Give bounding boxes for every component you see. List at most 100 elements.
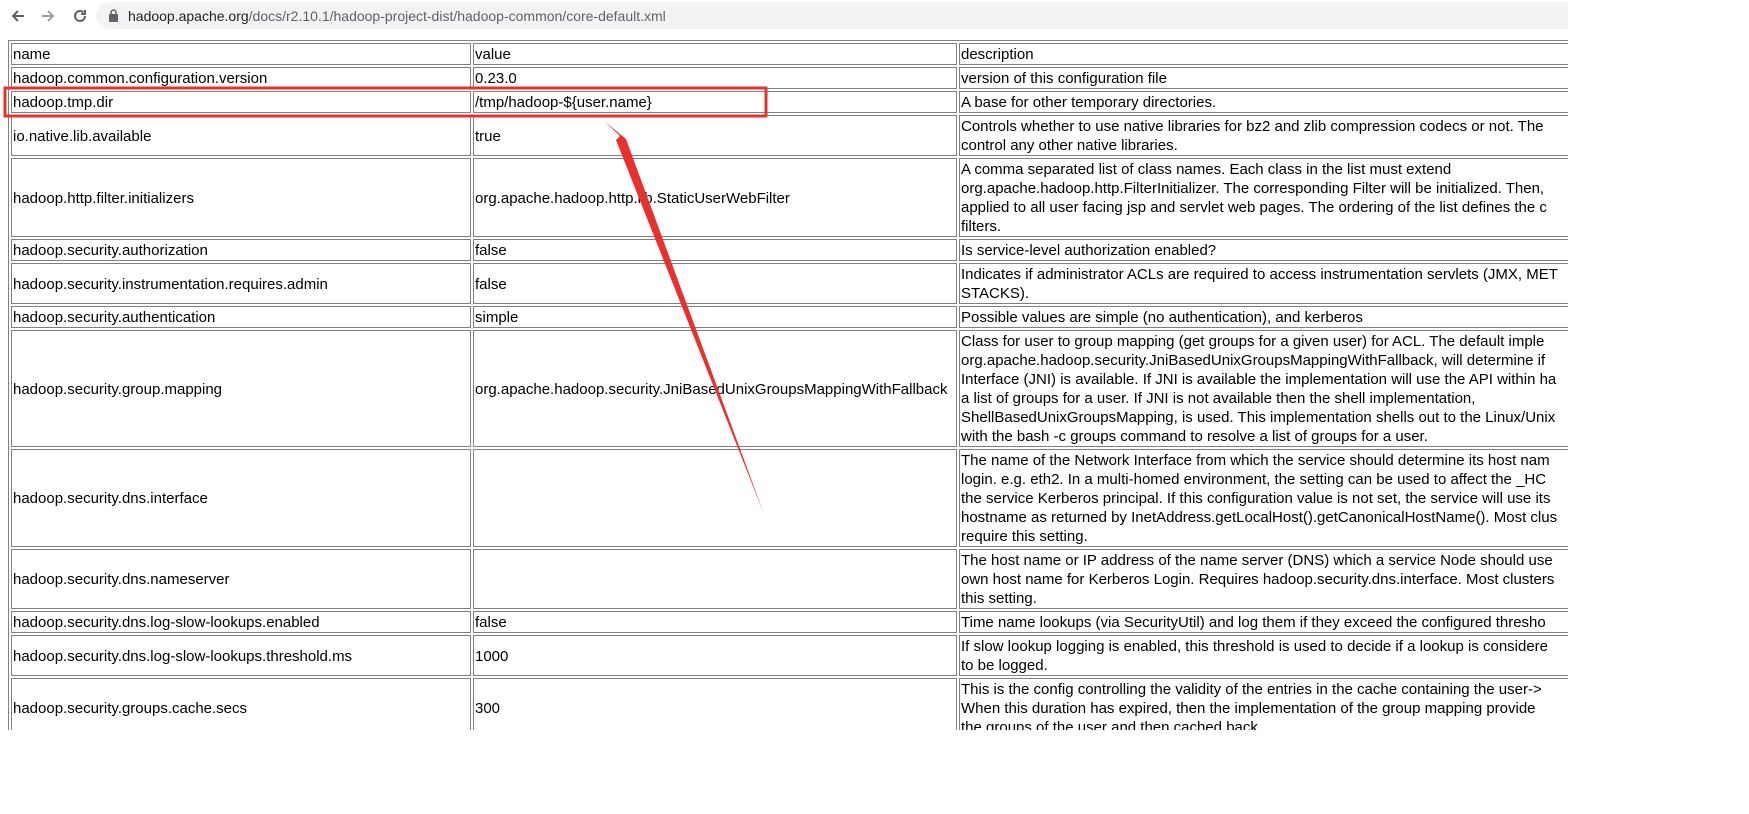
description-line: applied to all user facing jsp and servl… — [961, 199, 1547, 216]
url-text: hadoop.apache.org/docs/r2.10.1/hadoop-pr… — [128, 8, 666, 24]
config-name: hadoop.security.groups.cache.secs — [11, 678, 471, 730]
table-row: hadoop.security.authorization false Is ser… — [11, 239, 1568, 261]
config-name: hadoop.common.configuration.version — [11, 67, 471, 89]
config-description: If slow lookup logging is enabled, this … — [959, 635, 1568, 676]
header-name: name — [11, 43, 471, 65]
table-row: hadoop.security.dns.log-slow-lookups.ena… — [11, 611, 1568, 633]
config-name: hadoop.security.dns.log-slow-lookups.ena… — [11, 611, 471, 633]
url-path: /docs/r2.10.1/hadoop-project-dist/hadoop… — [248, 7, 666, 24]
description-line: This is the config controlling the valid… — [961, 681, 1542, 698]
config-value: false — [473, 611, 957, 633]
table-header-row: name value description — [11, 43, 1568, 65]
config-value: /tmp/hadoop-${user.name} — [473, 91, 957, 113]
config-description: Possible values are simple (no authentic… — [959, 306, 1568, 328]
config-description: Class for user to group mapping (get gro… — [959, 330, 1568, 447]
config-description: The host name or IP address of the name … — [959, 549, 1568, 609]
config-value: org.apache.hadoop.security.JniBasedUnixG… — [473, 330, 957, 447]
config-name: hadoop.security.authorization — [11, 239, 471, 261]
description-line: Is service-level authorization enabled? — [961, 242, 1217, 259]
config-value: false — [473, 263, 957, 304]
description-line: Time name lookups (via SecurityUtil) and… — [961, 614, 1546, 631]
description-line: to be logged. — [961, 657, 1048, 674]
description-line: Interface (JNI) is available. If JNI is … — [961, 371, 1557, 388]
description-line: the groups of the user and then cached b… — [961, 719, 1263, 730]
description-line: ShellBasedUnixGroupsMapping, is used. Th… — [961, 409, 1556, 426]
config-value: 1000 — [473, 635, 957, 676]
back-button[interactable] — [6, 4, 30, 28]
table-row: hadoop.common.configuration.version 0.23.… — [11, 67, 1568, 89]
header-value: value — [473, 43, 957, 65]
description-line: control any other native libraries. — [961, 137, 1178, 154]
description-line: the service Kerberos principal. If this … — [961, 490, 1551, 507]
browser-toolbar: hadoop.apache.org/docs/r2.10.1/hadoop-pr… — [0, 0, 1568, 32]
description-line: A comma separated list of class names. E… — [961, 161, 1452, 178]
config-name: hadoop.security.authentication — [11, 306, 471, 328]
table-row: hadoop.security.groups.cache.secs 300 This… — [11, 678, 1568, 730]
header-description: description — [959, 43, 1568, 65]
config-description: A comma separated list of class names. E… — [959, 158, 1568, 237]
config-description: This is the config controlling the valid… — [959, 678, 1568, 730]
table-row: io.native.lib.available true Controls whet… — [11, 115, 1568, 156]
config-name: hadoop.security.dns.nameserver — [11, 549, 471, 609]
back-arrow-icon — [11, 10, 24, 22]
description-line: A base for other temporary directories. — [961, 94, 1217, 111]
config-name: hadoop.security.group.mapping — [11, 330, 471, 447]
description-line: filters. — [961, 218, 1002, 235]
config-name: hadoop.security.dns.log-slow-lookups.thr… — [11, 635, 471, 676]
description-line: If slow lookup logging is enabled, this … — [961, 638, 1549, 655]
config-description: version of this configuration file — [959, 67, 1568, 89]
description-line: login. e.g. eth2. In a multi-homed envir… — [961, 471, 1547, 488]
config-value: false — [473, 239, 957, 261]
config-name: io.native.lib.available — [11, 115, 471, 156]
config-name: hadoop.security.dns.interface — [11, 449, 471, 547]
config-value — [473, 449, 957, 547]
description-line: Possible values are simple (no authentic… — [961, 309, 1363, 326]
config-description: A base for other temporary directories. — [959, 91, 1568, 113]
config-value: 300 — [473, 678, 957, 730]
config-value — [473, 549, 957, 609]
description-line: Indicates if administrator ACLs are requ… — [961, 266, 1558, 283]
reload-icon — [74, 9, 86, 22]
config-description: Indicates if administrator ACLs are requ… — [959, 263, 1568, 304]
description-line: When this duration has expired, then the… — [961, 700, 1536, 717]
description-line: own host name for Kerberos Login. Requir… — [961, 571, 1555, 588]
config-description: Is service-level authorization enabled? — [959, 239, 1568, 261]
config-value: 0.23.0 — [473, 67, 957, 89]
table-row: hadoop.tmp.dir/tmp/hadoop-${user.name} A … — [11, 91, 1568, 113]
description-line: The host name or IP address of the name … — [961, 552, 1553, 569]
config-table: name value description hadoop.common.con… — [8, 40, 1568, 730]
description-line: org.apache.hadoop.http.FilterInitializer… — [961, 180, 1545, 197]
description-line: org.apache.hadoop.security.JniBasedUnixG… — [961, 352, 1546, 369]
description-line: STACKS). — [961, 285, 1030, 302]
screenshot-stage: hadoop.apache.org/docs/r2.10.1/hadoop-pr… — [0, 0, 1568, 730]
table-row: hadoop.security.dns.nameserver The host n… — [11, 549, 1568, 609]
config-name: hadoop.security.instrumentation.requires… — [11, 263, 471, 304]
description-line: a list of groups for a user. If JNI is n… — [961, 390, 1476, 407]
config-name: hadoop.http.filter.initializers — [11, 158, 471, 237]
table-row: hadoop.security.instrumentation.requires… — [11, 263, 1568, 304]
table-row: hadoop.security.dns.log-slow-lookups.thr… — [11, 635, 1568, 676]
config-description: The name of the Network Interface from w… — [959, 449, 1568, 547]
forward-button[interactable] — [36, 4, 60, 28]
description-line: Controls whether to use native libraries… — [961, 118, 1544, 135]
table-row: hadoop.security.authentication simple Poss… — [11, 306, 1568, 328]
url-host: hadoop.apache.org — [128, 7, 249, 24]
config-value: org.apache.hadoop.http.lib.StaticUserWeb… — [473, 158, 957, 237]
description-line: Class for user to group mapping (get gro… — [961, 333, 1545, 350]
config-value: true — [473, 115, 957, 156]
description-line: The name of the Network Interface from w… — [961, 452, 1550, 469]
config-description: Time name lookups (via SecurityUtil) and… — [959, 611, 1568, 633]
forward-arrow-icon — [42, 10, 55, 22]
config-value: simple — [473, 306, 957, 328]
description-line: this setting. — [961, 590, 1037, 607]
description-line: require this setting. — [961, 528, 1088, 545]
config-description: Controls whether to use native libraries… — [959, 115, 1568, 156]
description-line: hostname as returned by InetAddress.getL… — [961, 509, 1558, 526]
table-row: hadoop.security.dns.interface The name of… — [11, 449, 1568, 547]
table-row: hadoop.http.filter.initializers org.apach… — [11, 158, 1568, 237]
description-line: version of this configuration file — [961, 70, 1167, 87]
config-name: hadoop.tmp.dir — [11, 91, 471, 113]
address-bar[interactable]: hadoop.apache.org/docs/r2.10.1/hadoop-pr… — [96, 2, 1568, 29]
reload-button[interactable] — [68, 4, 92, 28]
table-row: hadoop.security.group.mapping org.apache.… — [11, 330, 1568, 447]
